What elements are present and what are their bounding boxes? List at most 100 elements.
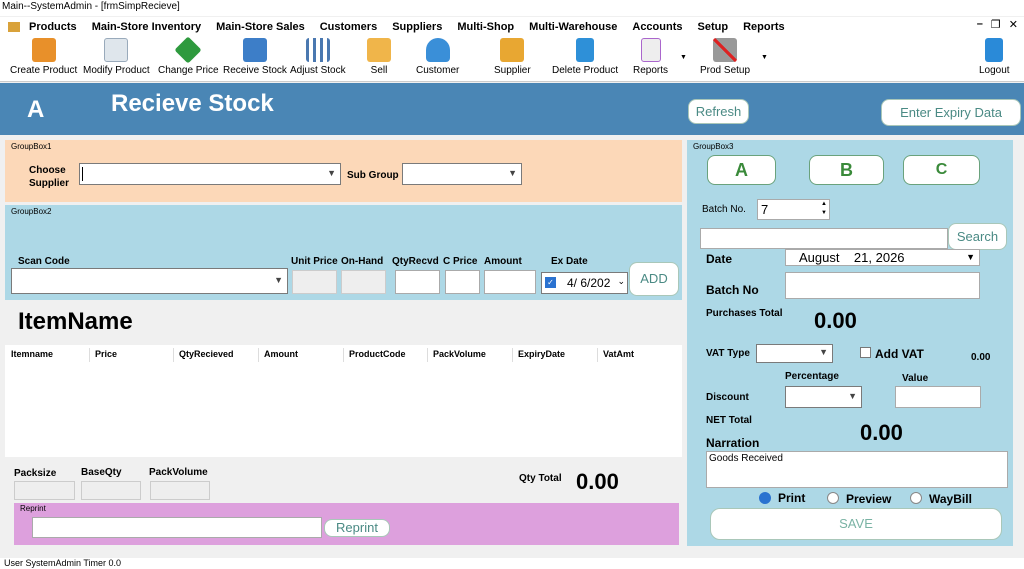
menu-products[interactable]: Products <box>29 21 77 33</box>
scan-code-select[interactable]: ▼ <box>11 268 288 294</box>
vat-type-label: VAT Type <box>706 348 750 359</box>
receive-stock-button[interactable]: Receive Stock <box>223 38 287 76</box>
search-input[interactable] <box>700 228 948 249</box>
discount-label: Discount <box>706 392 749 403</box>
delete-product-button[interactable]: Delete Product <box>552 38 618 76</box>
app-icon[interactable] <box>8 21 20 32</box>
add-vat-checkbox[interactable] <box>860 347 871 358</box>
reports-dropdown-icon[interactable]: ▼ <box>680 54 687 61</box>
sell-button[interactable]: Sell <box>367 38 391 76</box>
menu-suppliers[interactable]: Suppliers <box>392 21 442 33</box>
reprint-button[interactable]: Reprint <box>324 519 390 537</box>
date-label: Date <box>706 252 733 266</box>
column-divider <box>173 348 174 362</box>
c-price-label: C Price <box>443 256 478 267</box>
supplier-button[interactable]: Supplier <box>494 38 531 76</box>
reprint-input[interactable] <box>32 517 322 538</box>
window-title: Main--SystemAdmin - [frmSimpRecieve] <box>0 0 1024 16</box>
menu-main-store-inventory[interactable]: Main-Store Inventory <box>92 21 201 33</box>
vat-type-select[interactable]: ▼ <box>756 344 833 363</box>
logout-button[interactable]: Logout <box>979 38 1010 76</box>
packvolume-label: PackVolume <box>149 467 208 478</box>
on-hand-label: On-Hand <box>341 256 384 267</box>
save-button[interactable]: SAVE <box>710 508 1002 540</box>
menu-customers[interactable]: Customers <box>320 21 377 33</box>
header-letter: A <box>27 96 45 123</box>
toolbar: Create Product Modify Product Change Pri… <box>0 36 1024 82</box>
worker-icon <box>500 38 525 62</box>
change-price-button[interactable]: Change Price <box>158 36 219 76</box>
baseqty-label: BaseQty <box>81 467 122 478</box>
ex-date-label: Ex Date <box>551 256 588 267</box>
date-picker[interactable]: August 21, 2026 ▼ <box>785 249 980 266</box>
restore-icon[interactable]: ❐ <box>991 18 1001 31</box>
prod-setup-button[interactable]: Prod Setup <box>700 38 750 76</box>
menu-reports[interactable]: Reports <box>743 21 785 33</box>
modify-product-button[interactable]: Modify Product <box>83 38 150 76</box>
adjust-stock-button[interactable]: Adjust Stock <box>290 38 346 76</box>
vat-value: 0.00 <box>971 352 991 363</box>
close-icon[interactable]: ✕ <box>1009 18 1018 31</box>
purchases-total-value: 0.00 <box>814 308 857 333</box>
column-divider <box>512 348 513 362</box>
a-button[interactable]: A <box>707 155 776 185</box>
chevron-down-icon: ▼ <box>508 168 517 178</box>
column-divider <box>343 348 344 362</box>
menu-multi-shop[interactable]: Multi-Shop <box>457 21 514 33</box>
sub-group-select[interactable]: ▼ <box>402 163 522 185</box>
chevron-down-icon: ▼ <box>966 252 975 262</box>
expiry-date-picker[interactable]: ✓ 4/ 6/202 ⌄ <box>541 272 628 294</box>
column-header[interactable]: PackVolume <box>433 349 486 359</box>
discount-percentage-select[interactable]: ▼ <box>785 386 862 408</box>
preview-radio[interactable] <box>827 492 839 504</box>
customer-button[interactable]: Customer <box>416 38 459 76</box>
menu-setup[interactable]: Setup <box>698 21 729 33</box>
column-divider <box>258 348 259 362</box>
create-product-button[interactable]: Create Product <box>10 38 77 76</box>
supplier-select[interactable]: ▼ <box>79 163 341 185</box>
enter-expiry-button[interactable]: Enter Expiry Data <box>881 99 1021 126</box>
print-radio[interactable] <box>759 492 771 504</box>
reports-button[interactable]: Reports <box>633 38 668 76</box>
baseqty-field[interactable] <box>81 481 141 500</box>
net-total-label: NET Total <box>706 415 752 426</box>
search-button[interactable]: Search <box>948 223 1007 250</box>
item-name-label: ItemName <box>18 308 133 335</box>
qty-recvd-field[interactable] <box>395 270 440 294</box>
column-header[interactable]: Itemname <box>11 349 53 359</box>
waybill-radio[interactable] <box>910 492 922 504</box>
column-header[interactable]: ExpiryDate <box>518 349 565 359</box>
narration-field[interactable]: Goods Received <box>706 451 1008 488</box>
person-icon <box>425 38 450 62</box>
logout-icon <box>985 38 1004 62</box>
menu-accounts[interactable]: Accounts <box>632 21 682 33</box>
b-button[interactable]: B <box>809 155 884 185</box>
minimize-icon[interactable]: – <box>977 18 983 31</box>
refresh-button[interactable]: Refresh <box>688 99 749 124</box>
amount-field[interactable] <box>484 270 536 294</box>
column-header[interactable]: QtyRecieved <box>179 349 234 359</box>
column-header[interactable]: ProductCode <box>349 349 406 359</box>
chevron-down-icon: ⌄ <box>617 276 625 287</box>
menu-multi-warehouse[interactable]: Multi-Warehouse <box>529 21 617 33</box>
document-edit-icon <box>104 38 129 62</box>
checkbox-checked-icon[interactable]: ✓ <box>545 277 556 288</box>
column-header[interactable]: VatAmt <box>603 349 634 359</box>
menu-main-store-sales[interactable]: Main-Store Sales <box>216 21 305 33</box>
batch-no-field[interactable] <box>785 272 980 299</box>
column-header[interactable]: Amount <box>264 349 298 359</box>
c-button[interactable]: C <box>903 155 980 185</box>
hand-money-icon <box>367 38 391 62</box>
packsize-field[interactable] <box>14 481 75 500</box>
discount-value-field[interactable] <box>895 386 981 408</box>
batch-number-stepper[interactable]: 7 ▲ ▼ <box>757 199 830 220</box>
spin-arrows-icon[interactable]: ▲ ▼ <box>821 200 827 218</box>
packvolume-field[interactable] <box>150 481 210 500</box>
prod-setup-dropdown-icon[interactable]: ▼ <box>761 54 768 61</box>
on-hand-field[interactable] <box>341 270 386 294</box>
add-vat-label: Add VAT <box>875 347 924 361</box>
add-button[interactable]: ADD <box>629 262 679 296</box>
c-price-field[interactable] <box>445 270 480 294</box>
column-header[interactable]: Price <box>95 349 117 359</box>
unit-price-field[interactable] <box>292 270 337 294</box>
